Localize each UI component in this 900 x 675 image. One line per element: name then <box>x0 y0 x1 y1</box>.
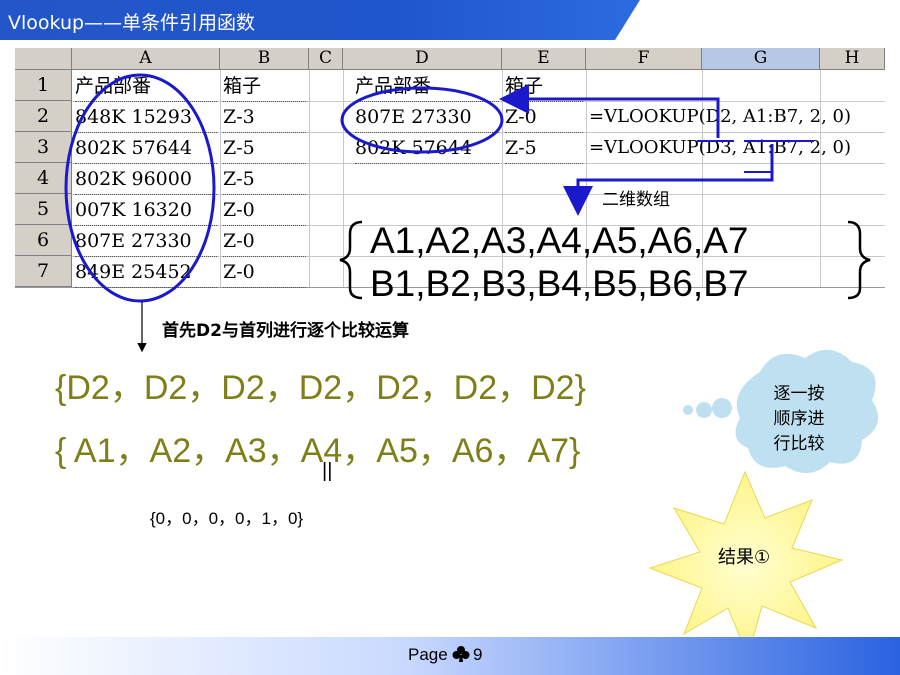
compare-note: 首先D2与首列进行逐个比较运算 <box>162 321 409 341</box>
label-2d-array: 二维数组 <box>602 190 670 210</box>
footer-page-number: 9 <box>473 645 483 664</box>
cloud-text: 逐一按 顺序进 行比较 <box>768 382 830 457</box>
cloud-line-1: 逐一按 <box>773 384 825 404</box>
cloud-line-2: 顺序进 <box>773 409 825 429</box>
equals-mark: || <box>322 460 333 482</box>
cloud-line-3: 行比较 <box>773 434 825 454</box>
array-row-b: B1,B2,B3,B4,B5,B6,B7 <box>370 263 749 304</box>
right-brace <box>847 220 871 300</box>
burst-text: 结果① <box>718 547 771 568</box>
ellipse-column-a <box>64 73 216 303</box>
club-icon <box>452 646 470 662</box>
array-row-a: A1,A2,A3,A4,A5,A6,A7 <box>370 220 749 261</box>
a-column-row: { A1，A2，A3，A4，A5，A6，A7} <box>55 432 581 470</box>
result-array: {0，0，0，0，1，0} <box>150 509 304 528</box>
annotation-overlay <box>64 73 879 658</box>
footer-page-label: Page <box>408 645 448 664</box>
left-brace <box>339 220 363 300</box>
footer-bar <box>0 637 900 675</box>
d2-repeat-row: {D2，D2，D2，D2，D2，D2，D2} <box>55 369 586 407</box>
arrow-formula-to-lookup <box>499 84 720 138</box>
ellipse-d2 <box>340 86 504 154</box>
